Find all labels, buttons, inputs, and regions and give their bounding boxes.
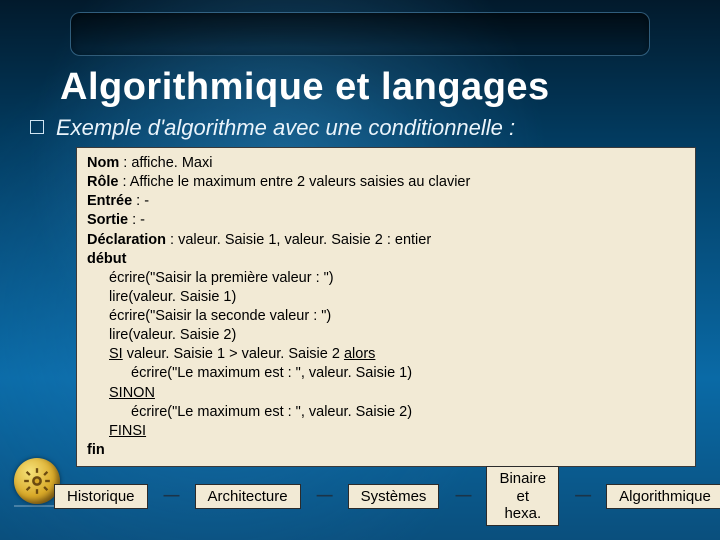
nav-systemes[interactable]: Systèmes	[348, 484, 440, 509]
bottom-nav: Historique — Architecture — Systèmes — B…	[54, 466, 700, 526]
page-title: Algorithmique et langages	[0, 56, 720, 113]
code-line: écrire("Saisir la première valeur : ")	[87, 269, 685, 288]
code-line: lire(valeur. Saisie 2)	[87, 326, 685, 345]
kw-sinon: SINON	[87, 384, 685, 403]
kw-fin: fin	[87, 442, 105, 458]
divider-icon: —	[455, 487, 470, 505]
subtitle-row: Exemple d'algorithme avec une conditionn…	[0, 113, 720, 147]
label-declaration: Déclaration	[87, 232, 166, 248]
divider-icon: —	[575, 487, 590, 505]
label-role: Rôle	[87, 174, 118, 190]
nav-historique[interactable]: Historique	[54, 484, 148, 509]
bullet-square-icon	[30, 120, 44, 134]
code-line-if: SI valeur. Saisie 1 > valeur. Saisie 2 a…	[87, 345, 685, 364]
kw-finsi: FINSI	[87, 422, 685, 441]
code-line: écrire("Le maximum est : ", valeur. Sais…	[87, 403, 685, 422]
title-bar-frame	[70, 12, 650, 56]
kw-alors: alors	[344, 346, 375, 362]
code-line: lire(valeur. Saisie 1)	[87, 288, 685, 307]
code-line: écrire("Saisir la seconde valeur : ")	[87, 307, 685, 326]
value-entree: : -	[132, 193, 149, 209]
label-entree: Entrée	[87, 193, 132, 209]
nav-binaire[interactable]: Binaire et hexa.	[486, 466, 559, 526]
value-role: : Affiche le maximum entre 2 valeurs sai…	[118, 174, 470, 190]
if-condition: valeur. Saisie 1 > valeur. Saisie 2	[123, 346, 344, 362]
kw-si: SI	[109, 346, 123, 362]
algorithm-box: Nom : affiche. Maxi Rôle : Affiche le ma…	[76, 147, 696, 467]
divider-icon: —	[164, 487, 179, 505]
nav-architecture[interactable]: Architecture	[195, 484, 301, 509]
subtitle: Exemple d'algorithme avec une conditionn…	[56, 115, 515, 141]
value-declaration: : valeur. Saisie 1, valeur. Saisie 2 : e…	[166, 232, 431, 248]
decorative-line	[14, 505, 58, 507]
gear-icon	[23, 467, 51, 495]
code-line: écrire("Le maximum est : ", valeur. Sais…	[87, 364, 685, 383]
value-sortie: : -	[128, 212, 145, 228]
value-nom: : affiche. Maxi	[119, 155, 212, 171]
kw-debut: début	[87, 251, 126, 267]
divider-icon: —	[317, 487, 332, 505]
label-sortie: Sortie	[87, 212, 128, 228]
nav-algorithmique[interactable]: Algorithmique	[606, 484, 720, 509]
label-nom: Nom	[87, 155, 119, 171]
